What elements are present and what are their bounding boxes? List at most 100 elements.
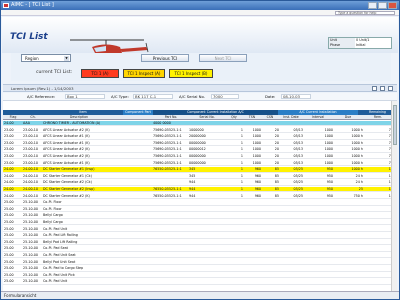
table-cell: 00000000 <box>189 140 206 145</box>
table-row[interactable]: 25-00 25-10-00 Co-Pi. Floor <box>3 206 397 213</box>
region-select[interactable]: Region ▼ <box>21 54 71 62</box>
column-header[interactable]: Ch. <box>23 115 43 120</box>
table-row[interactable]: 23-00 23-00-10 AFCS Linear Actuator #2 (K)… <box>3 128 397 133</box>
table-cell: 76550-05525-1:1 <box>153 167 182 172</box>
table-cell: 75690-05525-1:1 <box>153 127 182 132</box>
maximize-button[interactable] <box>378 2 387 9</box>
table-cell: 25-00 <box>4 220 14 224</box>
table-cell: 25-10-00 <box>23 266 38 271</box>
column-header[interactable]: CSN <box>261 115 279 120</box>
column-header[interactable]: Due <box>333 115 363 120</box>
column-header[interactable]: Flag <box>4 115 22 120</box>
table-cell: 20 <box>274 160 279 165</box>
table-row[interactable]: 24-00 24-00-10 DC Starter Generator #2 (K)… <box>3 194 397 199</box>
vertical-scrollbar[interactable] <box>391 101 397 291</box>
column-header[interactable]: Rem. <box>363 115 393 120</box>
table-row[interactable]: 25-00 25-10-00 Co-Pi. Floor <box>3 200 397 206</box>
scrollbar-thumb[interactable] <box>393 105 397 145</box>
close-button[interactable] <box>388 2 397 9</box>
table-row[interactable]: 24-00 24-00-10 DC Starter Generator #1 (In… <box>3 167 397 173</box>
table-cell: 25-10-00 <box>23 272 38 277</box>
table-cell: 345 <box>189 173 196 178</box>
table-cell: 25-10-00 <box>23 220 38 224</box>
table-cell: 1000 h <box>351 167 363 172</box>
table-cell: 23-00 <box>4 160 14 165</box>
table-cell: 00000000 <box>189 160 206 165</box>
table-cell: 05/25 <box>293 167 303 172</box>
table-row[interactable]: 24-00 24-00-10 DC Starter Generator #1 (Ck… <box>3 173 397 180</box>
table-cell: 1000 h <box>351 127 363 132</box>
minimize-button[interactable] <box>368 2 377 9</box>
table-cell: 85 <box>274 167 279 172</box>
table-row[interactable]: 25-00 25-10-00 Bellyl Cargo <box>3 220 397 226</box>
table-cell: 20 <box>274 140 279 145</box>
chevron-down-icon[interactable]: ▼ <box>64 56 69 61</box>
table-row[interactable]: 25-00 25-10-00 Co-Pi. Pad Unit <box>3 279 397 285</box>
table-cell: 72 <box>363 154 393 159</box>
table-cell: 23-00 <box>4 147 14 152</box>
table-cell: 25-10-00 <box>23 259 38 264</box>
print-icon[interactable] <box>372 86 377 91</box>
help-search-input[interactable]: Type a question for help <box>335 11 395 15</box>
tag-tci-1-inspect-a[interactable]: TCI 1 Inspect (A) <box>123 69 165 78</box>
table-cell: 1000 <box>252 147 261 152</box>
table-cell: 960 <box>254 173 261 178</box>
table-row[interactable]: 24-00 24-00-10 DC Starter Generator #2 (In… <box>3 187 397 193</box>
table-cell: 20 <box>274 154 279 158</box>
table-row[interactable]: 25-00 25-10-00 Bellyl Cargo <box>3 213 397 219</box>
column-header[interactable]: Qty <box>225 115 243 120</box>
table-row[interactable]: 23-00 23-00-10 AFCS Linear Actuator #1 (K)… <box>3 140 397 147</box>
table-cell: 76550-05525-1:1 <box>153 187 182 191</box>
column-header[interactable]: Part No. <box>153 115 189 120</box>
column-header[interactable]: Description <box>43 115 115 120</box>
table-row[interactable]: 23-00 23-00-10 AFCS Linear Actuator #2 (K)… <box>3 154 397 160</box>
table-row[interactable]: 25-00 25-10-00 Co-Pi. Pad Unit Seat <box>3 253 397 259</box>
table-cell: Co-Pi. Pad Seat <box>43 246 68 251</box>
tci-table: Item Component Part Component Current In… <box>3 101 397 291</box>
page-title: TCI List <box>10 32 48 42</box>
table-cell: 23-00-10 <box>23 154 38 158</box>
table-row[interactable]: 23-00 23-00-10 AFCS Linear Actuator #2 (K)… <box>3 147 397 153</box>
table-cell: 944 <box>189 193 196 198</box>
table-row[interactable]: 25-00 25-10-00 Co-Pi. Pad Seat <box>3 246 397 252</box>
table-cell: 05/13 <box>293 134 303 139</box>
table-row[interactable]: 25-00 25-10-00 Co-Pi. Pad Unit Pick <box>3 272 397 279</box>
filter-icon[interactable] <box>388 86 393 91</box>
table-cell: 944 <box>189 187 196 191</box>
table-cell: 25-10-00 <box>23 226 38 231</box>
table-cell: 1000 <box>324 154 333 158</box>
table-row[interactable]: 25-00 25-10-00 Co-Pi. Pad to Cargo Step <box>3 266 397 272</box>
table-cell: 25-00 <box>4 206 14 211</box>
table-cell: 05/25 <box>293 193 303 198</box>
previous-tci-button[interactable]: Previous TCI <box>141 54 189 62</box>
table-cell: 1000 h <box>351 160 363 165</box>
table-cell: 25-00 <box>4 233 14 238</box>
meta-date-value: 08.10.03 <box>281 94 311 99</box>
title-bar: AIMC - [ TCI List ] <box>1 1 399 10</box>
column-header[interactable]: Interval <box>303 115 333 120</box>
table-cell: 20 <box>274 127 279 132</box>
table-cell: 25-00 <box>4 246 14 251</box>
table-cell: 72 <box>363 134 393 139</box>
table-row[interactable]: 25-00 25-10-00 Co-Pi. Pad Unit <box>3 227 397 232</box>
table-cell: Bellyl Cargo <box>43 220 63 224</box>
tag-tci-1-a[interactable]: TCI 1 (A) <box>81 69 119 78</box>
column-header[interactable]: Inst. Date <box>279 115 303 120</box>
next-tci-button[interactable]: Next TCI <box>199 54 247 62</box>
table-cell: 24-00-10 <box>23 167 38 172</box>
table-row[interactable]: 23-00 23-00-10 AFCS Linear Actuator #1 (K)… <box>3 161 397 166</box>
table-row[interactable]: 25-00 25-10-00 Bellyl Pad Unit Seat <box>3 260 397 265</box>
tag-tci-1-inspect-b[interactable]: TCI 1 Inspect (B) <box>169 69 213 78</box>
column-header[interactable]: TSN <box>243 115 261 120</box>
column-header[interactable]: Serial No. <box>189 115 225 120</box>
table-row[interactable]: 25-00 25-10-00 Co-Pi. Pad Lift Railing <box>3 233 397 239</box>
table-row[interactable]: 24-00 AAA CHRONO TIMER - AUTOMATION (A) 400… <box>3 121 397 127</box>
export-icon[interactable] <box>380 86 385 91</box>
table-cell: 85 <box>274 173 279 178</box>
table-cell: Co-Pi. Pad Lift Railing <box>43 233 78 238</box>
table-cell: 72 <box>363 128 393 133</box>
table-row[interactable]: 23-00 23-00-10 AFCS Linear Actuator #1 (K)… <box>3 134 397 140</box>
table-row[interactable]: 24-00 24-00-10 DC Starter Generator #2 (Ck… <box>3 180 397 186</box>
table-row[interactable]: 25-00 25-10-00 Bellyl Pad Lift Railing <box>3 240 397 246</box>
table-cell: 23-00 <box>4 127 14 132</box>
